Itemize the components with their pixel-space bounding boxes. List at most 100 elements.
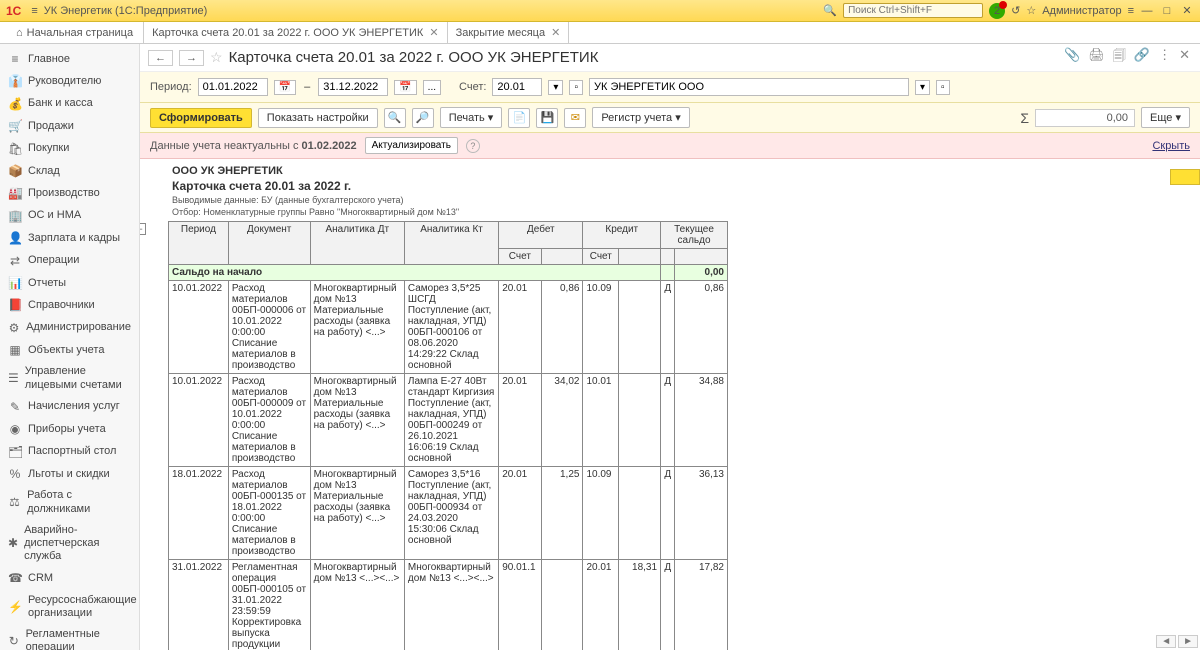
nav-icon: ⇄ xyxy=(8,254,22,268)
user-label[interactable]: Администратор xyxy=(1042,5,1121,17)
nav-icon: 📊 xyxy=(8,276,22,290)
user-menu-icon[interactable]: ≡ xyxy=(1128,5,1134,17)
nav-item-9[interactable]: ⇄Операции xyxy=(0,250,139,272)
data-row[interactable]: 10.01.2022Расход материалов 00БП-000009 … xyxy=(169,374,728,467)
more-button[interactable]: Еще ▾ xyxy=(1141,107,1190,128)
report-area[interactable]: ООО УК ЭНЕРГЕТИК Карточка счета 20.01 за… xyxy=(140,159,1200,650)
nav-item-1[interactable]: 👔Руководителю xyxy=(0,70,139,92)
account-label: Счет: xyxy=(459,81,486,93)
register-button[interactable]: Регистр учета ▾ xyxy=(592,107,689,128)
date-to-input[interactable] xyxy=(318,78,388,96)
nav-item-19[interactable]: ⚖Работа с должниками xyxy=(0,485,139,519)
history-icon[interactable]: ↺ xyxy=(1011,4,1020,17)
nav-item-4[interactable]: 🛍Покупки xyxy=(0,138,139,160)
nav-back-button[interactable]: ← xyxy=(148,50,173,66)
nav-icon: ⚡ xyxy=(8,600,22,614)
favorite-icon[interactable]: ☆ xyxy=(1026,4,1036,17)
nav-item-7[interactable]: 🏢ОС и НМА xyxy=(0,205,139,227)
maximize-button[interactable]: □ xyxy=(1160,5,1174,17)
hamburger-icon[interactable]: ≡ xyxy=(31,5,37,17)
notifications-badge[interactable]: 2 xyxy=(989,3,1005,19)
print-button[interactable]: Печать ▾ xyxy=(440,107,503,128)
nav-item-11[interactable]: 📕Справочники xyxy=(0,294,139,316)
nav-item-13[interactable]: ▦Объекты учета xyxy=(0,339,139,361)
nav-item-3[interactable]: 🛒Продажи xyxy=(0,115,139,137)
nav-item-21[interactable]: ☎CRM xyxy=(0,567,139,589)
cal-from-button[interactable]: 📅 xyxy=(274,80,296,95)
print-icon[interactable]: 🖨 xyxy=(1086,47,1107,69)
nav-icon: ≡ xyxy=(8,52,22,66)
nav-icon: 📦 xyxy=(8,164,22,178)
data-row[interactable]: 18.01.2022Расход материалов 00БП-000135 … xyxy=(169,467,728,560)
attach-icon[interactable]: 📎 xyxy=(1062,47,1082,69)
nav-icon: ☰ xyxy=(8,371,19,385)
tab-close-icon[interactable]: ✕ xyxy=(429,26,438,39)
account-input[interactable] xyxy=(492,78,542,96)
nav-item-18[interactable]: %Льготы и скидки xyxy=(0,463,139,485)
find-next-button[interactable]: 🔎 xyxy=(412,108,434,128)
home-icon: ⌂ xyxy=(16,27,23,39)
data-row[interactable]: 10.01.2022Расход материалов 00БП-000006 … xyxy=(169,281,728,374)
nav-item-6[interactable]: 🏭Производство xyxy=(0,182,139,204)
cal-to-button[interactable]: 📅 xyxy=(394,80,416,95)
app-logo: 1C xyxy=(6,4,21,18)
date-from-input[interactable] xyxy=(198,78,268,96)
data-row[interactable]: 31.01.2022Регламентная операция 00БП-000… xyxy=(169,560,728,650)
nav-item-5[interactable]: 📦Склад xyxy=(0,160,139,182)
more-menu-icon[interactable]: ⋮ xyxy=(1156,47,1173,69)
org-open-button[interactable]: ▫ xyxy=(936,80,950,95)
org-select-button[interactable]: ▾ xyxy=(915,80,930,95)
hide-warning-link[interactable]: Скрыть xyxy=(1152,140,1190,152)
nav-icon: ⚙ xyxy=(8,321,20,335)
copy-button[interactable]: 📄 xyxy=(508,108,530,128)
help-icon[interactable]: ? xyxy=(466,139,480,153)
account-select-button[interactable]: ▾ xyxy=(548,80,563,95)
save-button[interactable]: 💾 xyxy=(536,108,558,128)
tab-0[interactable]: Карточка счета 20.01 за 2022 г. ООО УК Э… xyxy=(144,22,447,43)
close-window-button[interactable]: ✕ xyxy=(1180,4,1194,17)
actualize-button[interactable]: Актуализировать xyxy=(365,137,458,154)
nav-icon: ✱ xyxy=(8,536,18,550)
scroll-left-button[interactable]: ◄ xyxy=(1156,635,1176,648)
nav-item-20[interactable]: ✱Аварийно-диспетчерская служба xyxy=(0,520,139,568)
nav-item-2[interactable]: 💰Банк и касса xyxy=(0,93,139,115)
home-tab[interactable]: ⌂ Начальная страница xyxy=(6,22,144,43)
show-settings-button[interactable]: Показать настройки xyxy=(258,108,378,128)
sum-icon: Σ xyxy=(1020,110,1029,126)
nav-icon: 🛍 xyxy=(8,142,22,156)
org-input[interactable] xyxy=(589,78,909,96)
minimize-button[interactable]: — xyxy=(1140,5,1154,17)
search-icon[interactable]: 🔍 xyxy=(823,4,837,17)
nav-icon: 📕 xyxy=(8,298,22,312)
period-picker-button[interactable]: ... xyxy=(423,80,441,95)
nav-item-23[interactable]: ↻Регламентные операции xyxy=(0,624,139,650)
nav-item-22[interactable]: ⚡Ресурсоснабжающие организации xyxy=(0,590,139,624)
nav-item-15[interactable]: ✎Начисления услуг xyxy=(0,396,139,418)
collapse-all-button[interactable]: − xyxy=(140,223,146,235)
find-button[interactable]: 🔍 xyxy=(384,108,406,128)
favorite-page-icon[interactable]: ☆ xyxy=(210,49,223,66)
nav-item-8[interactable]: 👤Зарплата и кадры xyxy=(0,227,139,249)
nav-item-16[interactable]: ◉Приборы учета xyxy=(0,418,139,440)
scroll-right-button[interactable]: ► xyxy=(1178,635,1198,648)
close-page-icon[interactable]: ✕ xyxy=(1177,47,1192,69)
global-search-input[interactable] xyxy=(843,3,983,18)
tab-close-icon[interactable]: ✕ xyxy=(551,26,560,39)
nav-icon: 👔 xyxy=(8,74,22,88)
link-icon[interactable]: 🔗 xyxy=(1132,47,1152,69)
generate-button[interactable]: Сформировать xyxy=(150,108,252,128)
nav-icon: 🏭 xyxy=(8,186,22,200)
account-open-button[interactable]: ▫ xyxy=(569,80,583,95)
email-button[interactable]: ✉ xyxy=(564,108,586,128)
nav-item-14[interactable]: ☰Управление лицевыми счетами xyxy=(0,361,139,395)
export-icon[interactable]: 🗐 xyxy=(1111,47,1128,69)
nav-item-10[interactable]: 📊Отчеты xyxy=(0,272,139,294)
nav-item-17[interactable]: 🗂Паспортный стол xyxy=(0,441,139,463)
nav-fwd-button[interactable]: → xyxy=(179,50,204,66)
nav-icon: 🛒 xyxy=(8,119,22,133)
nav-icon: 🗂 xyxy=(8,445,22,459)
nav-icon: ⚖ xyxy=(8,495,21,509)
nav-item-12[interactable]: ⚙Администрирование xyxy=(0,317,139,339)
nav-item-0[interactable]: ≡Главное xyxy=(0,48,139,70)
tab-1[interactable]: Закрытие месяца✕ xyxy=(448,22,570,43)
